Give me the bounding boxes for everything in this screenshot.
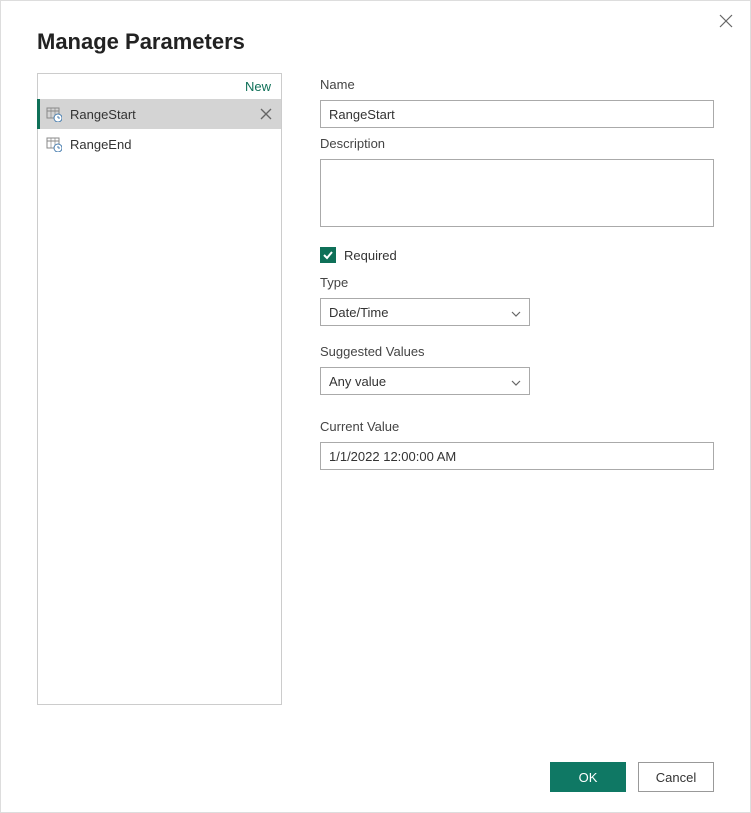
- suggested-values-label: Suggested Values: [320, 344, 714, 359]
- name-input[interactable]: [320, 100, 714, 128]
- parameter-item-label: RangeEnd: [70, 137, 273, 152]
- parameter-list: New RangeStart: [37, 73, 282, 705]
- name-label: Name: [320, 77, 714, 92]
- suggested-values-value: Any value: [329, 374, 386, 389]
- parameter-icon: [46, 136, 62, 152]
- current-value-label: Current Value: [320, 419, 714, 434]
- current-value-input[interactable]: [320, 442, 714, 470]
- description-label: Description: [320, 136, 714, 151]
- delete-parameter-icon[interactable]: [259, 107, 273, 121]
- type-label: Type: [320, 275, 714, 290]
- type-value: Date/Time: [329, 305, 388, 320]
- dialog-title: Manage Parameters: [37, 29, 714, 55]
- parameter-item-rangestart[interactable]: RangeStart: [38, 99, 281, 129]
- type-select[interactable]: Date/Time: [320, 298, 530, 326]
- new-parameter-button[interactable]: New: [38, 74, 281, 99]
- parameter-icon: [46, 106, 62, 122]
- suggested-values-select[interactable]: Any value: [320, 367, 530, 395]
- parameter-form: Name Description Required Type Date/Time…: [320, 73, 714, 738]
- required-label: Required: [344, 248, 397, 263]
- parameter-item-label: RangeStart: [70, 107, 251, 122]
- required-checkbox[interactable]: [320, 247, 336, 263]
- description-input[interactable]: [320, 159, 714, 227]
- cancel-button[interactable]: Cancel: [638, 762, 714, 792]
- chevron-down-icon: [511, 307, 521, 317]
- close-icon[interactable]: [718, 13, 734, 29]
- ok-button[interactable]: OK: [550, 762, 626, 792]
- chevron-down-icon: [511, 376, 521, 386]
- parameter-item-rangeend[interactable]: RangeEnd: [38, 129, 281, 159]
